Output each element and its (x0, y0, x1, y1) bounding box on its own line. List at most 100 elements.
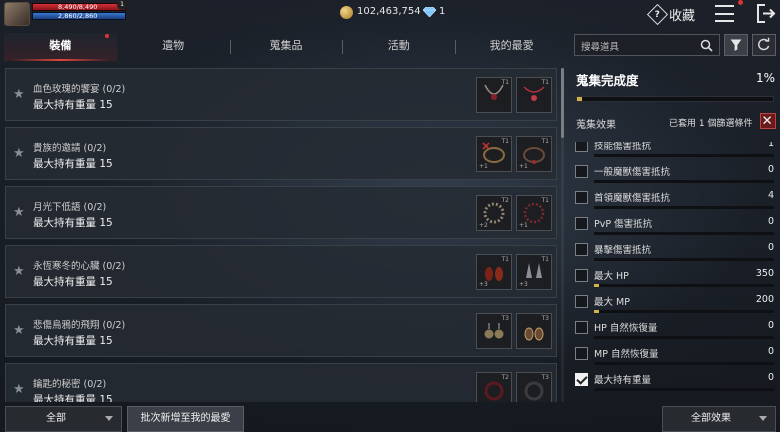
collection-item[interactable]: ★ 悲傷烏鴉的飛翔 (0/2) 最大持有重量 15 T3 T3 (5, 304, 557, 357)
hamburger-menu-icon[interactable] (715, 5, 734, 22)
tab-relics[interactable]: 遺物 (117, 33, 230, 61)
item-slot-1[interactable]: T1 +3 (476, 254, 512, 290)
item-slot-2[interactable]: T1 +1 (516, 195, 552, 231)
hp-text: 8,490/8,490 (58, 3, 98, 11)
collection-item[interactable]: ★ 鑰匙的秘密 (0/2) 最大持有重量 15 T2 T3 (5, 363, 557, 402)
tab-collectibles[interactable]: 蒐集品 (229, 33, 343, 61)
item-name: 月光下低語 (0/2) (33, 202, 107, 213)
question-diamond-icon: ? (646, 3, 669, 25)
enhance-label: +3 (479, 281, 488, 288)
refresh-button[interactable] (752, 34, 776, 56)
item-name: 貴族的邀請 (0/2) (33, 143, 107, 154)
tab-events[interactable]: 活動 (342, 33, 455, 61)
effects-list[interactable]: 技能傷害抵抗 1 一般魔獸傷害抵抗 0 首領魔獸傷害抵抗 4 PvP 傷害抵抗 0 暴擊傷害抵抗… (572, 142, 778, 400)
effect-checkbox[interactable] (575, 165, 588, 178)
item-stat: 最大持有重量 15 (33, 335, 113, 347)
tier-label: T2 (501, 374, 509, 381)
item-slot-1[interactable]: T2 +2 (476, 195, 512, 231)
effect-label: 一般魔獸傷害抵抗 (594, 167, 671, 178)
favorite-star-icon[interactable]: ★ (13, 146, 25, 161)
item-slot-2[interactable]: T1 (516, 77, 552, 113)
tier-label: T1 (501, 256, 509, 263)
effect-row[interactable]: 最大 MP 200 (572, 290, 778, 316)
filter-button[interactable] (724, 34, 748, 56)
effect-row[interactable]: PvP 傷害抵抗 0 (572, 212, 778, 238)
effect-value: 0 (767, 320, 774, 331)
avatar[interactable] (4, 2, 30, 26)
effect-progress-bar (594, 180, 774, 183)
exit-icon[interactable] (756, 4, 776, 23)
enhance-label: +1 (479, 163, 488, 170)
effect-row[interactable]: 暴擊傷害抵抗 0 (572, 238, 778, 264)
applied-filter-text: 已套用 1 個篩選條件 (669, 119, 753, 129)
favorite-star-icon[interactable]: ★ (13, 87, 25, 102)
collection-item[interactable]: ★ 永恆寒冬的心臟 (0/2) 最大持有重量 15 T1 +3 T1 +3 (5, 245, 557, 298)
enhance-label: +1 (519, 222, 528, 229)
search-icon[interactable] (700, 39, 713, 52)
effect-label: HP 自然恢復量 (594, 323, 658, 334)
tier-label: T3 (501, 315, 509, 322)
collection-item[interactable]: ★ 貴族的邀請 (0/2) 最大持有重量 15 T1 +1 T1 +1 (5, 127, 557, 180)
effect-progress-fill (594, 284, 600, 287)
effect-label: 技能傷害抵抗 (594, 142, 652, 152)
level-badge: 1 (117, 0, 127, 10)
effect-label: 最大持有重量 (594, 375, 652, 386)
tab-favorites[interactable]: 我的最愛 (455, 33, 568, 61)
effect-checkbox[interactable] (575, 191, 588, 204)
favorite-star-icon[interactable]: ★ (13, 205, 25, 220)
favorite-star-icon[interactable]: ★ (13, 264, 25, 279)
effect-checkbox[interactable] (575, 347, 588, 360)
effect-row[interactable]: MP 自然恢復量 0 (572, 342, 778, 368)
tier-label: T1 (541, 256, 549, 263)
favorite-star-icon[interactable]: ★ (13, 323, 25, 338)
tab-equipment[interactable]: 裝備 (4, 33, 117, 61)
item-slot-2[interactable]: T3 (516, 372, 552, 402)
collection-list[interactable]: ★ 血色玫瑰的饗宴 (0/2) 最大持有重量 15 T1 T1 ★ 貴族的邀請 … (5, 68, 557, 402)
effect-row[interactable]: 技能傷害抵抗 1 (572, 142, 778, 160)
search-input[interactable]: 搜尋道具 (574, 34, 720, 56)
effect-checkbox[interactable] (575, 321, 588, 334)
item-slot-1[interactable]: T3 (476, 313, 512, 349)
effect-value: 1 (767, 142, 774, 149)
favorite-star-icon[interactable]: ★ (13, 382, 25, 397)
list-scrollbar-thumb[interactable] (561, 68, 564, 138)
tab-label: 裝備 (49, 39, 72, 52)
batch-add-favorite-button[interactable]: 批次新增至我的最愛 (127, 406, 244, 432)
notification-dot (738, 0, 743, 5)
effect-row[interactable]: 一般魔獸傷害抵抗 0 (572, 160, 778, 186)
effect-checkbox[interactable] (575, 142, 588, 152)
effect-row[interactable]: HP 自然恢復量 0 (572, 316, 778, 342)
effects-dropdown[interactable]: 全部效果 (662, 406, 776, 432)
effect-progress-bar (594, 232, 774, 235)
clear-filter-button[interactable] (760, 113, 776, 129)
effect-progress-bar (594, 336, 774, 339)
top-bar: 8,490/8,490 2,860/2,860 1 102,463,754 1 … (0, 0, 780, 30)
item-slot-2[interactable]: T3 (516, 313, 552, 349)
effect-checkbox[interactable] (575, 373, 588, 386)
effect-label: 暴擊傷害抵抗 (594, 245, 652, 256)
effect-row[interactable]: 最大持有重量 0 (572, 368, 778, 394)
item-slot-2[interactable]: T1 +3 (516, 254, 552, 290)
collection-button[interactable]: ? 收藏 (646, 3, 695, 25)
item-slot-1[interactable]: T1 (476, 77, 512, 113)
filter-dropdown[interactable]: 全部 (5, 406, 122, 432)
effect-checkbox[interactable] (575, 243, 588, 256)
tier-label: T3 (541, 374, 549, 381)
collection-item[interactable]: ★ 血色玫瑰的饗宴 (0/2) 最大持有重量 15 T1 T1 (5, 68, 557, 121)
effect-row[interactable]: 首領魔獸傷害抵抗 4 (572, 186, 778, 212)
enhance-label: +2 (479, 222, 488, 229)
tab-label: 我的最愛 (489, 39, 534, 52)
effect-checkbox[interactable] (575, 269, 588, 282)
collection-item[interactable]: ★ 月光下低語 (0/2) 最大持有重量 15 T2 +2 T1 +1 (5, 186, 557, 239)
item-slot-1[interactable]: T2 (476, 372, 512, 402)
effect-checkbox[interactable] (575, 295, 588, 308)
effect-row[interactable]: 最大 HP 350 (572, 264, 778, 290)
gold-coin-icon (340, 6, 353, 19)
item-slot-1[interactable]: T1 +1 (476, 136, 512, 172)
item-slot-2[interactable]: T1 +1 (516, 136, 552, 172)
effect-progress-bar (594, 206, 774, 209)
effect-progress-bar (594, 154, 774, 157)
effect-progress-bar (594, 258, 774, 261)
effect-value: 200 (755, 294, 774, 305)
effect-checkbox[interactable] (575, 217, 588, 230)
